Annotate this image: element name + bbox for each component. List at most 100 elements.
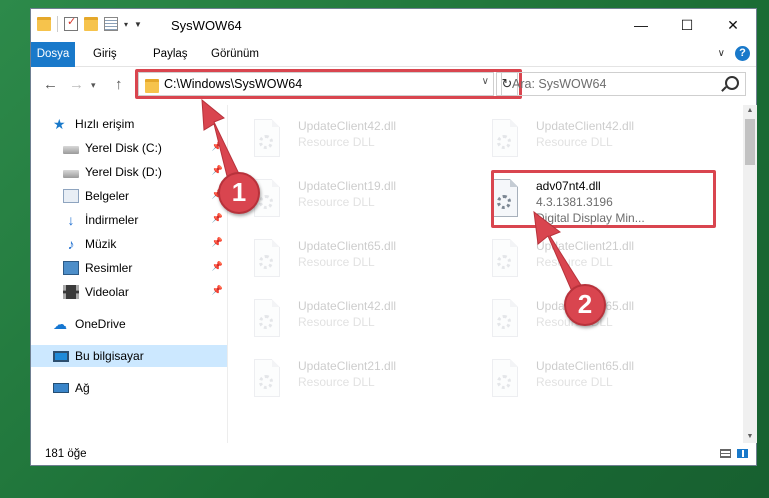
dll-file-icon xyxy=(488,299,522,341)
sidebar-item-documents[interactable]: Belgeler 📌 xyxy=(31,185,227,207)
toolbar-divider xyxy=(57,16,58,32)
tab-home[interactable]: Giriş xyxy=(83,42,127,66)
dll-file-icon xyxy=(250,359,284,401)
scroll-down-icon[interactable]: ▼ xyxy=(743,431,757,443)
sidebar-item-network[interactable]: Ağ xyxy=(31,377,227,399)
disk-icon xyxy=(63,170,79,178)
chevron-down-icon[interactable]: ▾ xyxy=(124,20,128,29)
details-view-icon[interactable] xyxy=(720,449,731,458)
back-arrow-icon[interactable]: ← xyxy=(43,76,58,93)
step-2-badge: 2 xyxy=(564,284,606,326)
status-bar: 181 öğe xyxy=(31,443,756,465)
search-box[interactable] xyxy=(501,72,746,96)
folder-icon xyxy=(37,17,51,31)
file-item[interactable]: UpdateClient65.dll Resource DLL xyxy=(466,351,676,411)
file-name: UpdateClient21.dll xyxy=(536,239,635,253)
large-icons-view-icon[interactable] xyxy=(737,449,748,458)
item-count: 181 öğe xyxy=(45,448,87,460)
sidebar-item-disk-c[interactable]: Yerel Disk (C:) 📌 xyxy=(31,137,227,159)
file-item[interactable]: UpdateClient21.dll Resource DLL xyxy=(228,351,438,411)
sidebar-item-downloads[interactable]: ↓ İndirmeler 📌 xyxy=(31,209,227,231)
file-type: Resource DLL xyxy=(536,255,613,269)
navigation-bar: ← → ▾ ↑ C:\Windows\SysWOW64 ∨ ↻ xyxy=(31,67,756,103)
file-type: Resource DLL xyxy=(298,375,375,389)
file-name: UpdateClient42.dll xyxy=(298,299,397,313)
sidebar-item-label: OneDrive xyxy=(75,317,126,331)
dll-file-icon xyxy=(250,119,284,161)
search-icon[interactable] xyxy=(725,76,739,90)
file-item[interactable]: UpdateClient42.dll Resource DLL xyxy=(228,111,438,171)
file-item[interactable]: UpdateClient19.dll Resource DLL xyxy=(228,171,438,231)
file-type: Resource DLL xyxy=(298,195,375,209)
close-button[interactable]: ✕ xyxy=(710,9,756,41)
search-input[interactable] xyxy=(510,76,714,92)
sidebar-item-label: İndirmeler xyxy=(85,213,139,227)
file-type: Resource DLL xyxy=(536,375,613,389)
tab-view[interactable]: Görünüm xyxy=(201,42,269,66)
sidebar-item-disk-d[interactable]: Yerel Disk (D:) 📌 xyxy=(31,161,227,183)
forward-arrow-icon[interactable]: → xyxy=(69,76,84,93)
ribbon-right-controls: ∨ ? xyxy=(718,46,750,61)
sidebar-item-label: Hızlı erişim xyxy=(75,117,135,131)
pin-icon[interactable]: 📌 xyxy=(212,261,223,272)
sidebar-item-label: Videolar xyxy=(85,285,129,299)
dll-file-icon xyxy=(250,299,284,341)
view-buttons xyxy=(720,449,748,458)
address-highlight-box xyxy=(135,69,522,99)
sidebar-item-videos[interactable]: Videolar 📌 xyxy=(31,281,227,303)
file-list: UpdateClient42.dll Resource DLL UpdateCl… xyxy=(228,105,743,443)
file-item[interactable]: UpdateClient42.dll Resource DLL xyxy=(466,111,676,171)
scrollbar-thumb[interactable] xyxy=(745,119,755,165)
sidebar-item-onedrive[interactable]: ☁ OneDrive xyxy=(31,313,227,335)
properties-icon[interactable] xyxy=(104,17,118,31)
customize-toolbar-icon[interactable]: ▼ xyxy=(134,20,142,29)
vertical-scrollbar[interactable]: ▲ ▼ xyxy=(743,105,757,443)
sidebar-item-this-pc[interactable]: Bu bilgisayar xyxy=(31,345,227,367)
minimize-button[interactable]: — xyxy=(618,9,664,41)
documents-icon xyxy=(63,189,79,203)
pin-icon[interactable]: 📌 xyxy=(212,213,223,224)
file-name: UpdateClient42.dll xyxy=(298,119,397,133)
properties-check-icon[interactable] xyxy=(64,15,78,31)
sidebar-item-label: Yerel Disk (C:) xyxy=(85,141,162,155)
sidebar-item-pictures[interactable]: Resimler 📌 xyxy=(31,257,227,279)
sidebar-item-music[interactable]: ♪ Müzik 📌 xyxy=(31,233,227,255)
quick-access-toolbar: ▾ ▼ xyxy=(37,15,142,32)
file-item[interactable]: UpdateClient42.dll Resource DLL xyxy=(228,291,438,351)
expand-ribbon-icon[interactable]: ∨ xyxy=(718,48,725,59)
sidebar-item-label: Bu bilgisayar xyxy=(75,349,144,363)
download-icon: ↓ xyxy=(67,212,75,228)
file-item[interactable]: UpdateClient65.dll Resource DLL xyxy=(228,231,438,291)
pin-icon[interactable]: 📌 xyxy=(212,141,223,152)
pin-icon[interactable]: 📌 xyxy=(212,285,223,296)
file-item[interactable]: UpdateClient21.dll Resource DLL xyxy=(466,231,676,291)
recent-locations-icon[interactable]: ▾ xyxy=(91,80,96,91)
disk-icon xyxy=(63,146,79,154)
sidebar-item-quick-access[interactable]: ★ Hızlı erişim xyxy=(31,113,227,135)
network-icon xyxy=(53,383,69,393)
file-name: UpdateClient42.dll xyxy=(536,119,635,133)
file-highlight-box xyxy=(491,170,716,228)
pin-icon[interactable]: 📌 xyxy=(212,237,223,248)
file-name: UpdateClient65.dll xyxy=(298,239,397,253)
step-1-badge: 1 xyxy=(218,172,260,214)
window-title: SysWOW64 xyxy=(171,18,242,33)
dll-file-icon xyxy=(488,239,522,281)
new-folder-icon[interactable] xyxy=(84,17,98,31)
pin-icon[interactable]: 📌 xyxy=(212,165,223,176)
file-explorer-window: ▾ ▼ SysWOW64 — ☐ ✕ Dosya Giriş Paylaş Gö… xyxy=(30,8,757,466)
tab-share[interactable]: Paylaş xyxy=(143,42,198,66)
videos-icon xyxy=(63,285,79,299)
star-icon: ★ xyxy=(53,116,66,132)
up-arrow-icon[interactable]: ↑ xyxy=(115,76,123,93)
dll-file-icon xyxy=(488,359,522,401)
maximize-button[interactable]: ☐ xyxy=(664,9,710,41)
help-icon[interactable]: ? xyxy=(735,46,750,61)
pictures-icon xyxy=(63,261,79,275)
dll-file-icon xyxy=(488,119,522,161)
music-icon: ♪ xyxy=(67,236,75,252)
sidebar-item-label: Müzik xyxy=(85,237,117,251)
file-name: UpdateClient19.dll xyxy=(298,179,397,193)
scroll-up-icon[interactable]: ▲ xyxy=(743,105,757,117)
window-controls: — ☐ ✕ xyxy=(618,9,756,41)
